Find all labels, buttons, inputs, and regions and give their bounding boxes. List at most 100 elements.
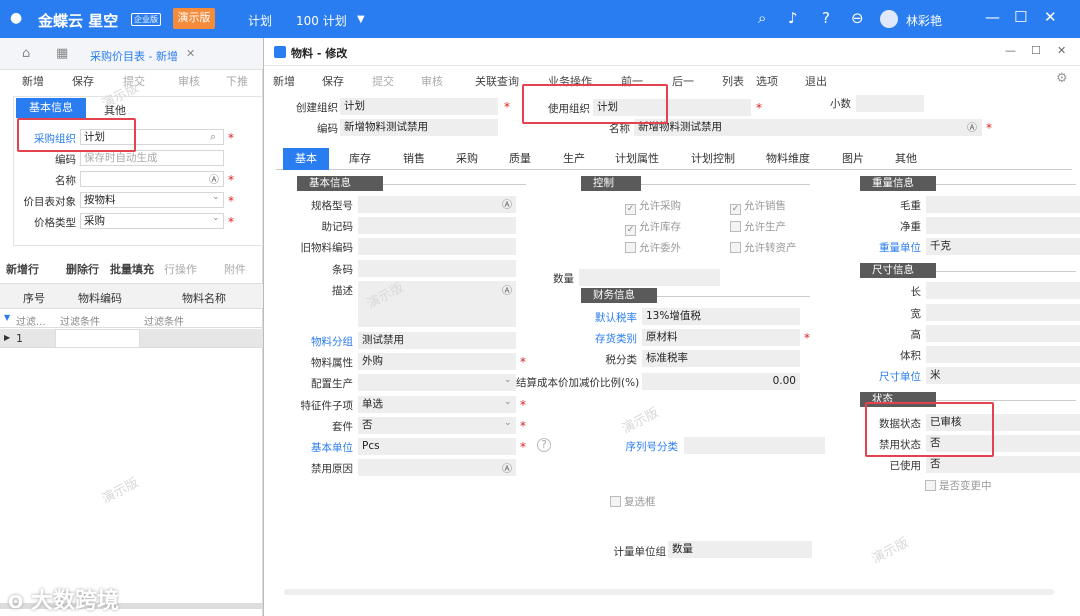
tab-image[interactable]: 图片: [833, 148, 873, 170]
multilang-icon[interactable]: Ⓐ: [502, 282, 512, 297]
stock-category-label[interactable]: 存货类别: [579, 331, 637, 346]
material-group-label[interactable]: 物料分组: [284, 334, 353, 349]
close-icon[interactable]: ✕: [1044, 9, 1057, 25]
bell-icon[interactable]: ♪: [788, 10, 798, 26]
multilang-icon[interactable]: Ⓐ: [502, 196, 512, 211]
serial-category-label[interactable]: 序列号分类: [614, 439, 679, 454]
multilang-icon[interactable]: Ⓐ: [209, 171, 219, 186]
submit-button[interactable]: 提交: [372, 73, 394, 89]
minus-circle-icon[interactable]: ⊖: [851, 10, 864, 26]
quantity-field[interactable]: [579, 269, 720, 286]
dialog-maximize-icon[interactable]: ☐: [1031, 44, 1041, 57]
stock-category-field[interactable]: 原材料: [642, 329, 800, 346]
list-button[interactable]: 列表: [722, 73, 744, 89]
weight-unit-field[interactable]: 千克: [926, 238, 1080, 255]
config-production-select[interactable]: [358, 374, 516, 391]
width-field[interactable]: [926, 304, 1080, 321]
barcode-field[interactable]: [358, 260, 516, 277]
exit-button[interactable]: 退出: [805, 73, 827, 89]
serial-category-field[interactable]: [684, 437, 825, 454]
chevron-down-icon[interactable]: ⌄: [504, 375, 512, 385]
filter-code[interactable]: 过滤条件: [60, 313, 100, 328]
delete-row-button[interactable]: 删除行: [66, 261, 99, 277]
audit-button[interactable]: 审核: [421, 73, 443, 89]
allow-outsource-checkbox[interactable]: 允许委外: [625, 240, 681, 255]
material-group-field[interactable]: 测试禁用: [358, 332, 516, 349]
disable-reason-field[interactable]: [358, 459, 516, 476]
create-org-field[interactable]: 计划: [340, 98, 498, 115]
col-material-name[interactable]: 物料名称: [182, 290, 226, 306]
minimize-icon[interactable]: —: [985, 9, 1000, 25]
price-type-select[interactable]: 采购: [80, 213, 224, 229]
tab-sales[interactable]: 销售: [393, 148, 435, 170]
size-unit-label[interactable]: 尺寸单位: [864, 369, 921, 384]
measure-group-field[interactable]: 数量: [668, 541, 812, 558]
material-attr-select[interactable]: 外购: [358, 353, 516, 370]
home-icon[interactable]: ⌂: [22, 46, 30, 61]
allow-produce-checkbox[interactable]: 允许生产: [730, 219, 786, 234]
chevron-down-icon[interactable]: ⌄: [504, 418, 512, 428]
base-unit-field[interactable]: Pcs: [358, 438, 516, 455]
tab-plan-control[interactable]: 计划控制: [683, 148, 743, 170]
lookup-icon[interactable]: ⌕: [210, 130, 216, 144]
dialog-close-icon[interactable]: ✕: [1057, 44, 1066, 57]
push-button[interactable]: 下推: [226, 73, 248, 89]
length-field[interactable]: [926, 282, 1080, 299]
save-button[interactable]: 保存: [322, 73, 344, 89]
default-tax-field[interactable]: 13%增值税: [642, 308, 800, 325]
tab-plan-attr[interactable]: 计划属性: [607, 148, 667, 170]
save-button[interactable]: 保存: [72, 73, 94, 89]
user-name[interactable]: 林彩艳: [906, 12, 942, 29]
new-button[interactable]: 新增: [273, 73, 295, 89]
used-select[interactable]: 否: [926, 456, 1080, 473]
name-field[interactable]: 新增物料测试禁用: [634, 119, 982, 136]
settings-icon[interactable]: ⚙: [1056, 71, 1068, 86]
allow-asset-checkbox[interactable]: 允许转资产: [730, 240, 797, 255]
batch-fill-button[interactable]: 批量填充: [110, 261, 154, 277]
allow-purchase-checkbox[interactable]: ✓ 允许采购: [625, 198, 681, 215]
tab-close-icon[interactable]: ✕: [186, 47, 195, 60]
old-code-field[interactable]: [358, 238, 516, 255]
volume-field[interactable]: [926, 346, 1080, 363]
search-icon[interactable]: ⌕: [758, 10, 766, 26]
demo-button[interactable]: 演示版: [173, 8, 215, 29]
multilang-icon[interactable]: Ⓐ: [502, 460, 512, 475]
help-icon[interactable]: ?: [822, 10, 830, 26]
size-unit-field[interactable]: 米: [926, 367, 1080, 384]
allow-stock-checkbox[interactable]: ✓ 允许库存: [625, 219, 681, 236]
target-select[interactable]: 按物料: [80, 192, 224, 208]
avatar[interactable]: [880, 10, 898, 28]
kit-select[interactable]: 否: [358, 417, 516, 434]
maximize-icon[interactable]: ☐: [1014, 9, 1027, 25]
next-button[interactable]: 后一: [672, 73, 694, 89]
tab-inventory[interactable]: 库存: [339, 148, 381, 170]
chevron-down-icon[interactable]: ⌄: [212, 213, 220, 223]
base-unit-label[interactable]: 基本单位: [284, 440, 353, 455]
tab-quality[interactable]: 质量: [499, 148, 541, 170]
default-tax-label[interactable]: 默认税率: [579, 310, 637, 325]
code-field[interactable]: 保存时自动生成: [80, 150, 224, 166]
tab-purchase[interactable]: 采购: [446, 148, 488, 170]
dialog-minimize-icon[interactable]: —: [1005, 44, 1016, 57]
spec-field[interactable]: [358, 196, 516, 213]
changing-checkbox[interactable]: 是否变更中: [925, 478, 992, 493]
add-row-button[interactable]: 新增行: [6, 261, 39, 277]
chevron-down-icon[interactable]: ⌄: [504, 397, 512, 407]
tab-basic[interactable]: 基本: [283, 148, 329, 170]
tab-material-dim[interactable]: 物料维度: [758, 148, 818, 170]
filter-name[interactable]: 过滤条件: [144, 313, 184, 328]
top-menu-plan[interactable]: 计划: [248, 12, 272, 29]
code-field[interactable]: 新增物料测试禁用: [340, 119, 498, 136]
tax-class-field[interactable]: 标准税率: [642, 350, 800, 367]
feature-select[interactable]: 单选: [358, 396, 516, 413]
page-tab-title[interactable]: 采购价目表 - 新增: [90, 48, 178, 64]
dialog-scrollbar[interactable]: [284, 589, 1054, 595]
col-seq[interactable]: 序号: [23, 290, 45, 306]
multilang-icon[interactable]: Ⓐ: [967, 119, 977, 134]
name-field[interactable]: [80, 171, 224, 187]
filter-icon[interactable]: ▼: [4, 313, 10, 322]
chevron-down-icon[interactable]: ▼: [357, 12, 365, 28]
row-seq[interactable]: 1: [16, 332, 23, 345]
col-material-code[interactable]: 物料编码: [78, 290, 122, 306]
net-weight-field[interactable]: [926, 217, 1080, 234]
